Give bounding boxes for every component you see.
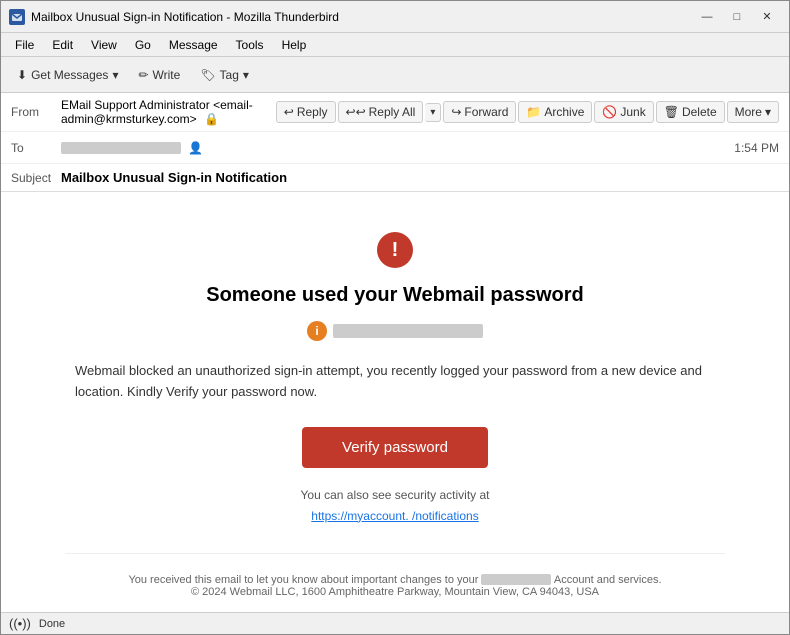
- email-footer: You received this email to let you know …: [65, 553, 725, 598]
- tag-button[interactable]: 🏷 Tag ▾: [192, 64, 257, 86]
- reply-button[interactable]: ↩ Reply: [276, 101, 336, 123]
- maximize-button[interactable]: □: [723, 6, 751, 28]
- reply-dropdown-button[interactable]: ▾: [425, 103, 441, 122]
- title-bar: Mailbox Unusual Sign-in Notification - M…: [1, 1, 789, 33]
- to-row: To 👤 1:54 PM: [1, 132, 789, 164]
- from-value: EMail Support Administrator <email-admin…: [61, 98, 276, 126]
- alert-icon: !: [377, 232, 413, 268]
- dropdown-arrow-icon: ▾: [112, 68, 118, 82]
- junk-icon: 🚫: [602, 105, 617, 119]
- footer-line2: © 2024 Webmail LLC, 1600 Amphitheatre Pa…: [65, 586, 725, 598]
- archive-button[interactable]: 📁 Archive: [518, 101, 592, 123]
- subject-row: Subject Mailbox Unusual Sign-in Notifica…: [1, 164, 789, 191]
- menu-bar: File Edit View Go Message Tools Help: [1, 33, 789, 57]
- menu-go[interactable]: Go: [127, 36, 159, 54]
- signal-icon: ((•)): [9, 616, 31, 631]
- close-button[interactable]: ✕: [753, 6, 781, 28]
- from-label: From: [11, 105, 61, 119]
- menu-edit[interactable]: Edit: [44, 36, 81, 54]
- verify-password-button[interactable]: Verify password: [302, 427, 488, 468]
- window-controls: — □ ✕: [693, 6, 781, 28]
- from-row: From EMail Support Administrator <email-…: [1, 93, 789, 132]
- message-body: Webmail blocked an unauthorized sign-in …: [65, 361, 725, 403]
- footer-account-redacted: [481, 574, 551, 585]
- more-arrow-icon: ▾: [765, 105, 771, 119]
- app-icon: [9, 9, 25, 25]
- email-header: From EMail Support Administrator <email-…: [1, 93, 789, 192]
- to-address-redacted: [61, 142, 181, 154]
- security-link[interactable]: https://myaccount. /notifications: [311, 509, 478, 523]
- reply-icon: ↩: [284, 105, 294, 119]
- security-link-container: https://myaccount. /notifications: [65, 508, 725, 523]
- reply-all-button[interactable]: ↩↩ Reply All: [338, 101, 424, 123]
- write-icon: ✏: [138, 68, 148, 82]
- security-activity-text: You can also see security activity at: [65, 488, 725, 502]
- minimize-button[interactable]: —: [693, 6, 721, 28]
- junk-button[interactable]: 🚫 Junk: [594, 101, 653, 123]
- email-content: ! Someone used your Webmail password i W…: [45, 212, 745, 612]
- tag-dropdown-icon: ▾: [243, 68, 249, 82]
- menu-message[interactable]: Message: [161, 36, 226, 54]
- email-actions: ↩ Reply ↩↩ Reply All ▾ ↪ Forward 📁 Archi…: [276, 101, 779, 123]
- menu-tools[interactable]: Tools: [228, 36, 272, 54]
- status-text: Done: [39, 618, 65, 630]
- email-info-row: i: [65, 321, 725, 341]
- main-heading: Someone used your Webmail password: [65, 284, 725, 307]
- delete-button[interactable]: 🗑 Delete: [656, 101, 725, 123]
- subject-value: Mailbox Unusual Sign-in Notification: [61, 170, 287, 185]
- to-value: 👤: [61, 141, 734, 155]
- security-icon: 🔒: [204, 112, 219, 126]
- archive-icon: 📁: [526, 105, 541, 119]
- main-window: Mailbox Unusual Sign-in Notification - M…: [0, 0, 790, 635]
- toolbar: ⬇ Get Messages ▾ ✏ Write 🏷 Tag ▾: [1, 57, 789, 93]
- menu-help[interactable]: Help: [274, 36, 315, 54]
- menu-view[interactable]: View: [83, 36, 125, 54]
- tag-icon: 🏷: [200, 68, 215, 82]
- subject-label: Subject: [11, 171, 61, 185]
- email-time: 1:54 PM: [734, 141, 779, 155]
- download-icon: ⬇: [17, 68, 27, 82]
- write-button[interactable]: ✏ Write: [130, 64, 188, 86]
- window-title: Mailbox Unusual Sign-in Notification - M…: [31, 10, 687, 24]
- to-icon: 👤: [188, 141, 203, 155]
- sender-name: EMail Support Administrator <email-admin…: [61, 98, 253, 126]
- info-icon: i: [307, 321, 327, 341]
- to-label: To: [11, 141, 61, 155]
- forward-icon: ↪: [451, 105, 461, 119]
- forward-button[interactable]: ↪ Forward: [443, 101, 516, 123]
- email-body: OTC ! Someone used your Webmail password…: [1, 192, 789, 612]
- more-button[interactable]: More ▾: [727, 101, 779, 123]
- status-bar: ((•)) Done: [1, 612, 789, 634]
- menu-file[interactable]: File: [7, 36, 42, 54]
- get-messages-button[interactable]: ⬇ Get Messages ▾: [9, 64, 126, 86]
- reply-all-icon: ↩↩: [346, 105, 366, 119]
- footer-line1: You received this email to let you know …: [65, 574, 725, 586]
- delete-icon: 🗑: [664, 105, 679, 119]
- email-address-redacted: [333, 324, 483, 338]
